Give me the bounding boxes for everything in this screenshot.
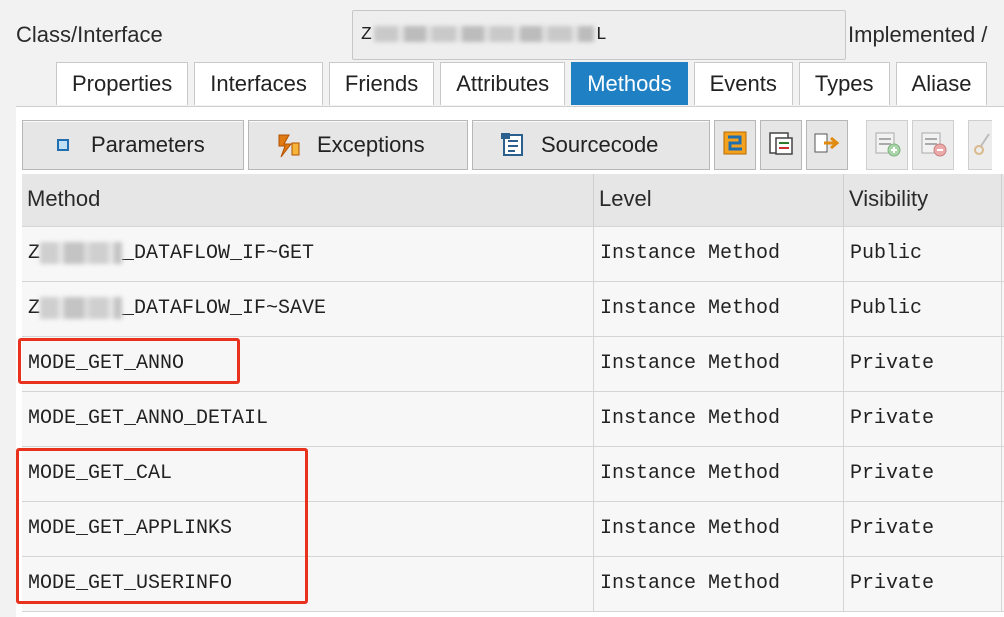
table-row[interactable]: MODE_GET_ANNO Instance Method Private <box>22 337 1004 392</box>
redacted-region <box>40 296 123 319</box>
tab-friends[interactable]: Friends <box>328 62 435 105</box>
method-cell[interactable]: MODE_GET_USERINFO <box>22 557 594 611</box>
details-icon <box>766 128 796 163</box>
sourcecode-icon <box>499 131 527 159</box>
method-cell[interactable]: MODE_GET_CAL <box>22 447 594 501</box>
details-button[interactable] <box>760 120 802 170</box>
parameters-label: Parameters <box>91 132 205 157</box>
column-header-visibility[interactable]: Visibility <box>844 174 1002 226</box>
cut-button[interactable] <box>968 120 992 170</box>
table-row[interactable]: MODE_GET_ANNO_DETAIL Instance Method Pri… <box>22 392 1004 447</box>
visibility-cell: Private <box>844 337 1002 391</box>
insert-row-button[interactable] <box>866 120 908 170</box>
method-cell[interactable]: MODE_GET_APPLINKS <box>22 502 594 556</box>
table-row[interactable]: Z _DATAFLOW_IF~GET Instance Method Public <box>22 227 1004 282</box>
tab-aliases[interactable]: Aliase <box>895 62 988 105</box>
level-cell: Instance Method <box>594 282 844 336</box>
method-name: _DATAFLOW_IF~GET <box>122 242 315 265</box>
implemented-label: Implemented / <box>848 22 988 47</box>
visibility-cell: Private <box>844 557 1002 611</box>
method-prefix: Z <box>28 242 41 265</box>
parameters-button[interactable]: Parameters <box>22 120 244 170</box>
level-cell: Instance Method <box>594 227 844 281</box>
export-icon <box>812 128 842 163</box>
tab-types[interactable]: Types <box>798 62 890 105</box>
visibility-cell: Private <box>844 447 1002 501</box>
tab-interfaces[interactable]: Interfaces <box>194 62 323 105</box>
visibility-cell: Private <box>844 392 1002 446</box>
tab-events[interactable]: Events <box>693 62 793 105</box>
scissors-icon <box>971 128 991 163</box>
sourcecode-label: Sourcecode <box>541 132 659 157</box>
method-cell[interactable]: Z _DATAFLOW_IF~SAVE <box>22 282 594 336</box>
class-interface-label: Class/Interface <box>16 22 163 47</box>
exceptions-icon <box>275 131 303 159</box>
class-name-field[interactable]: ZL <box>352 10 846 60</box>
table-row[interactable]: Z _DATAFLOW_IF~SAVE Instance Method Publi… <box>22 282 1004 337</box>
header-bar: Class/Interface ZL Implemented / <box>0 0 1004 60</box>
visibility-cell: Private <box>844 502 1002 556</box>
visibility-cell: Public <box>844 282 1002 336</box>
level-cell: Instance Method <box>594 502 844 556</box>
methods-toolbar: Parameters Exceptions Sourcecode <box>22 118 996 172</box>
column-header-level[interactable]: Level <box>594 174 844 226</box>
tab-attributes[interactable]: Attributes <box>440 62 566 105</box>
table-row[interactable]: MODE_GET_CAL Instance Method Private <box>22 447 1004 502</box>
export-button[interactable] <box>806 120 848 170</box>
method-name: _DATAFLOW_IF~SAVE <box>122 297 327 320</box>
insert-row-icon <box>872 128 902 163</box>
level-cell: Instance Method <box>594 392 844 446</box>
method-cell[interactable]: Z _DATAFLOW_IF~GET <box>22 227 594 281</box>
table-row[interactable]: MODE_GET_USERINFO Instance Method Privat… <box>22 557 1004 612</box>
navigate-icon <box>720 128 750 163</box>
level-cell: Instance Method <box>594 337 844 391</box>
tab-strip: Properties Interfaces Friends Attributes… <box>56 62 993 106</box>
table-row[interactable]: MODE_GET_APPLINKS Instance Method Privat… <box>22 502 1004 557</box>
method-cell[interactable]: MODE_GET_ANNO_DETAIL <box>22 392 594 446</box>
redacted-region <box>40 241 123 264</box>
level-cell: Instance Method <box>594 557 844 611</box>
visibility-cell: Public <box>844 227 1002 281</box>
method-prefix: Z <box>28 297 41 320</box>
sourcecode-button[interactable]: Sourcecode <box>472 120 710 170</box>
delete-row-button[interactable] <box>912 120 954 170</box>
table-header: Method Level Visibility <box>22 174 1004 227</box>
tab-methods[interactable]: Methods <box>571 62 688 105</box>
exceptions-label: Exceptions <box>317 132 425 157</box>
delete-row-icon <box>918 128 948 163</box>
method-cell[interactable]: MODE_GET_ANNO <box>22 337 594 391</box>
tab-properties[interactable]: Properties <box>56 62 189 105</box>
class-name-suffix: L <box>595 25 607 45</box>
redacted-region <box>373 26 594 43</box>
methods-table: Method Level Visibility Z _DATAFLOW_IF~GE… <box>22 174 1004 612</box>
navigate-button[interactable] <box>714 120 756 170</box>
class-name-prefix: Z <box>361 25 372 45</box>
level-cell: Instance Method <box>594 447 844 501</box>
column-header-method[interactable]: Method <box>22 174 594 226</box>
parameters-icon <box>49 131 77 159</box>
exceptions-button[interactable]: Exceptions <box>248 120 468 170</box>
